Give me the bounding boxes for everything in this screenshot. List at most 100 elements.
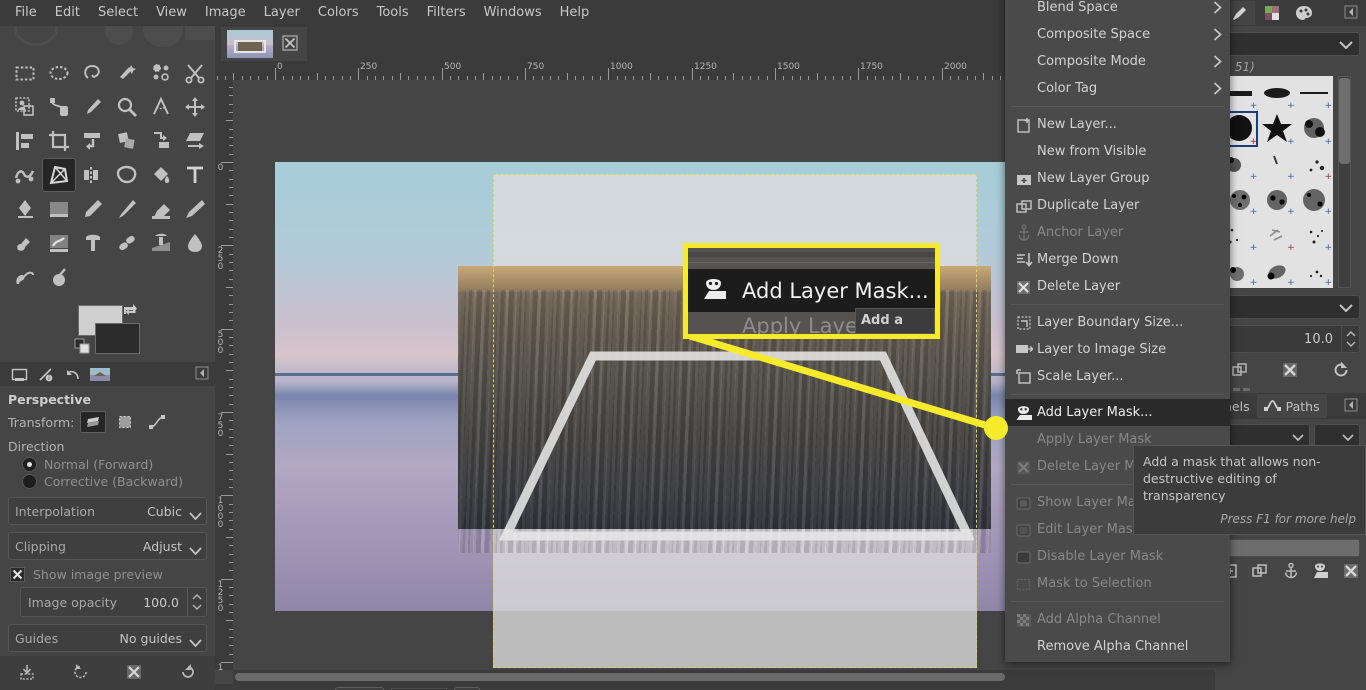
tool-button-smudge[interactable]: [42, 226, 76, 260]
brush-scrollbar[interactable]: [1333, 76, 1355, 288]
direction-option-corrective[interactable]: Corrective (Backward): [22, 474, 207, 489]
tool-button-paths[interactable]: [42, 90, 76, 124]
menu-item-windows[interactable]: Windows: [475, 2, 551, 24]
brush-mode-select[interactable]: [1221, 295, 1360, 319]
collapse-icon[interactable]: [1344, 5, 1358, 22]
tool-button-dodge-burn[interactable]: [8, 260, 42, 294]
menu-item-delete-layer[interactable]: Delete Layer: [1005, 273, 1230, 300]
clipping-select[interactable]: Clipping Adjust: [8, 532, 207, 560]
swap-colors-icon[interactable]: [122, 302, 139, 322]
tool-button-zoom[interactable]: [110, 90, 144, 124]
tool-button-mypaint-brush[interactable]: [8, 226, 42, 260]
tool-button-pencil[interactable]: [76, 192, 110, 226]
brush-spacing-stepper[interactable]: 10.0: [1221, 325, 1360, 353]
brush-grid-panel[interactable]: + + + + + + + + + + + + + + + + + +: [1221, 76, 1360, 288]
tab-patterns[interactable]: [1257, 1, 1287, 25]
menu-item-color-tag[interactable]: Color Tag: [1005, 75, 1230, 102]
brush-cell[interactable]: +: [1296, 111, 1333, 146]
tool-button-rect-select[interactable]: [8, 56, 42, 90]
tool-button-eraser[interactable]: [144, 192, 178, 226]
interpolation-select[interactable]: Interpolation Cubic: [8, 497, 207, 525]
menu-item-filters[interactable]: Filters: [418, 2, 475, 24]
tool-button-warp-transform[interactable]: [8, 158, 42, 192]
direction-option-normal[interactable]: Normal (Forward): [22, 457, 207, 472]
tool-button-airbrush[interactable]: [42, 260, 76, 294]
tool-button-paintbrush[interactable]: [110, 192, 144, 226]
layer-menu-popup[interactable]: Blend Space Composite Space Composite Mode…: [1005, 0, 1230, 662]
tool-button-crop[interactable]: [42, 124, 76, 158]
collapse-icon[interactable]: [1344, 398, 1358, 415]
layer-opacity-slider[interactable]: [1221, 539, 1360, 557]
brush-cell[interactable]: +: [1258, 182, 1295, 217]
brush-cell[interactable]: +: [1258, 147, 1295, 182]
tool-button-select-by-color[interactable]: [144, 56, 178, 90]
brush-spacing-spin-buttons[interactable]: [1341, 326, 1359, 352]
tool-button-bucket-fill[interactable]: [144, 158, 178, 192]
brush-cell[interactable]: +: [1258, 253, 1295, 288]
tool-button-gradient[interactable]: [8, 192, 42, 226]
radio-corrective[interactable]: [22, 474, 37, 489]
menu-item-new-layer-group[interactable]: New Layer Group: [1005, 165, 1230, 192]
brush-cell[interactable]: +: [1296, 147, 1333, 182]
image-tab[interactable]: [221, 27, 307, 61]
tool-button-handle-transform[interactable]: [144, 124, 178, 158]
brush-filter-select[interactable]: [1221, 32, 1360, 56]
anchor-icon[interactable]: [1282, 562, 1300, 583]
menu-item-file[interactable]: File: [6, 2, 46, 24]
menu-item-tools[interactable]: Tools: [368, 2, 418, 24]
menu-item-remove-alpha-channel[interactable]: Remove Alpha Channel: [1005, 633, 1230, 660]
horizontal-scrollbar[interactable]: [233, 670, 1366, 684]
tool-button-rotate[interactable]: [76, 124, 110, 158]
dock-grip[interactable]: [1215, 385, 1366, 393]
refresh-brushes-icon[interactable]: [1332, 361, 1350, 382]
menu-item-add-layer-mask[interactable]: Add Layer Mask...: [1005, 399, 1230, 426]
tool-button-perspective-clone[interactable]: [144, 226, 178, 260]
tool-button-text[interactable]: [178, 158, 212, 192]
tool-button-measure[interactable]: [144, 90, 178, 124]
transform-selection-icon[interactable]: [112, 411, 138, 433]
menu-item-layer-to-image-size[interactable]: Layer to Image Size: [1005, 336, 1230, 363]
tab-paths[interactable]: Paths: [1256, 394, 1327, 418]
transform-path-icon[interactable]: [144, 411, 170, 433]
brush-cell[interactable]: +: [1296, 182, 1333, 217]
image-opacity-spin-buttons[interactable]: [187, 588, 206, 616]
tool-button-ellipse-select[interactable]: [42, 56, 76, 90]
menu-item-edit[interactable]: Edit: [46, 2, 89, 24]
brush-grid[interactable]: + + + + + + + + + + + + + + + + + +: [1221, 76, 1333, 288]
tool-button-blur-sharpen[interactable]: [178, 226, 212, 260]
menu-item-new-from-visible[interactable]: New from Visible: [1005, 138, 1230, 165]
reset-colors-icon[interactable]: [74, 338, 91, 358]
restore-tool-preset-icon[interactable]: [72, 663, 90, 684]
tool-button-pattern-fill[interactable]: [42, 192, 76, 226]
brush-cell[interactable]: +: [1296, 76, 1333, 111]
radio-normal[interactable]: [22, 457, 37, 472]
menu-item-layer-boundary-size[interactable]: Layer Boundary Size...: [1005, 309, 1230, 336]
show-image-preview-row[interactable]: Show image preview: [10, 567, 207, 582]
menu-item-image[interactable]: Image: [196, 2, 255, 24]
tool-button-heal[interactable]: [110, 226, 144, 260]
tool-button-color-picker[interactable]: [76, 90, 110, 124]
delete-layer-icon[interactable]: [1342, 562, 1360, 583]
reset-tool-options-icon[interactable]: [179, 663, 197, 684]
vertical-ruler[interactable]: 0 250 500 750 1000 1250 1500: [215, 80, 233, 670]
menu-item-view[interactable]: View: [147, 2, 196, 24]
save-tool-preset-icon[interactable]: [18, 663, 36, 684]
menu-item-blend-space[interactable]: Blend Space: [1005, 0, 1230, 21]
menu-item-help[interactable]: Help: [551, 2, 599, 24]
scrollbar-thumb[interactable]: [235, 673, 1005, 681]
tool-button-flip[interactable]: [76, 158, 110, 192]
duplicate-brush-icon[interactable]: [1231, 361, 1249, 382]
delete-tool-preset-icon[interactable]: [125, 663, 143, 684]
close-icon[interactable]: [282, 34, 298, 54]
checkbox-show-image-preview[interactable]: [10, 567, 25, 582]
perspective-transform-grid[interactable]: [498, 348, 974, 544]
image-thumbnail-icon[interactable]: [87, 363, 113, 385]
menu-item-scale-layer[interactable]: Scale Layer...: [1005, 363, 1230, 390]
scrollbar-thumb[interactable]: [1339, 78, 1350, 164]
menu-item-layer[interactable]: Layer: [255, 2, 309, 24]
menu-item-select[interactable]: Select: [89, 2, 147, 24]
tool-button-ink[interactable]: [178, 192, 212, 226]
menu-item-merge-down[interactable]: Merge Down: [1005, 246, 1230, 273]
transform-layer-icon[interactable]: [80, 411, 107, 433]
brush-cell[interactable]: +: [1296, 253, 1333, 288]
